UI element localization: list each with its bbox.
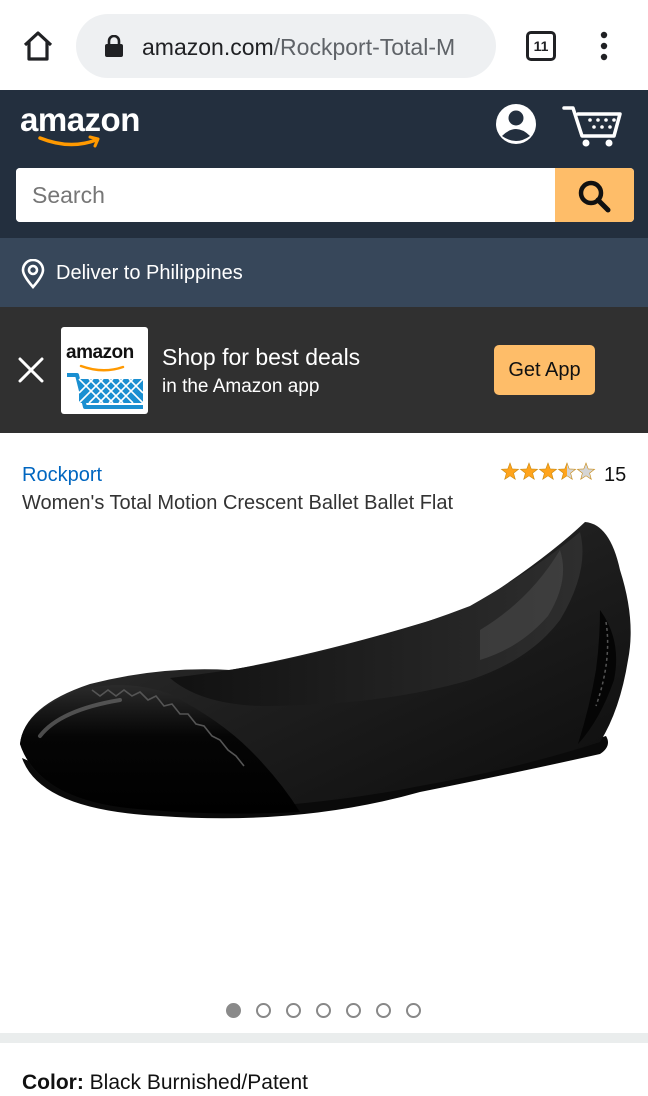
url-path: /Rockport-Total-M	[273, 34, 456, 60]
get-app-button[interactable]: Get App	[494, 345, 595, 395]
color-value: Black Burnished/Patent	[89, 1071, 308, 1094]
search-icon	[578, 180, 611, 213]
star-icon	[576, 462, 596, 480]
carousel-dot[interactable]	[376, 1003, 391, 1018]
address-bar[interactable]: amazon.com/Rockport-Total-M	[76, 14, 496, 78]
star-icon	[519, 462, 539, 480]
carousel-dot[interactable]	[406, 1003, 421, 1018]
search-input[interactable]	[16, 168, 555, 222]
carousel-dot[interactable]	[346, 1003, 361, 1018]
app-cart-icon	[67, 373, 144, 409]
close-icon[interactable]	[16, 355, 46, 385]
banner-subtitle: in the Amazon app	[162, 376, 320, 397]
brand-link[interactable]: Rockport	[22, 462, 102, 488]
smile-arrow-icon	[38, 135, 100, 148]
star-icon	[557, 462, 577, 480]
more-menu-icon[interactable]	[592, 30, 616, 62]
deliver-location-bar[interactable]: Deliver to Philippines	[0, 238, 648, 307]
star-icon	[500, 462, 520, 480]
color-selection: Color: Black Burnished/Patent	[22, 1070, 308, 1096]
home-icon[interactable]	[20, 28, 56, 64]
lock-icon	[105, 35, 123, 57]
site-header: amazon	[0, 90, 648, 238]
account-icon[interactable]	[494, 102, 538, 146]
color-label: Color:	[22, 1071, 84, 1094]
carousel-dot[interactable]	[226, 1003, 241, 1018]
search-bar	[16, 168, 634, 222]
app-install-banner: amazon Shop for best deals in the Amazon…	[0, 307, 648, 433]
app-logo-text: amazon	[66, 342, 134, 363]
url-text: amazon.com/Rockport-Total-M	[142, 32, 482, 62]
deliver-label: Deliver to Philippines	[56, 262, 243, 284]
cart-icon[interactable]	[562, 102, 622, 148]
carousel-dot[interactable]	[256, 1003, 271, 1018]
image-carousel-dots	[226, 1003, 426, 1019]
amazon-logo[interactable]: amazon	[20, 102, 150, 152]
review-count[interactable]: 15	[604, 462, 626, 488]
tab-switcher-button[interactable]: 11	[526, 31, 556, 61]
search-button[interactable]	[555, 168, 634, 222]
product-image[interactable]	[0, 510, 648, 980]
carousel-dot[interactable]	[316, 1003, 331, 1018]
banner-title: Shop for best deals	[162, 344, 361, 370]
amazon-app-logo: amazon	[61, 327, 148, 414]
location-pin-icon	[21, 259, 45, 289]
section-divider	[0, 1033, 648, 1043]
carousel-dot[interactable]	[286, 1003, 301, 1018]
url-domain: amazon.com	[142, 34, 274, 60]
star-rating[interactable]	[500, 462, 596, 482]
star-icon	[538, 462, 558, 480]
browser-toolbar: amazon.com/Rockport-Total-M 11	[0, 0, 648, 90]
logo-text: amazon	[20, 101, 140, 138]
